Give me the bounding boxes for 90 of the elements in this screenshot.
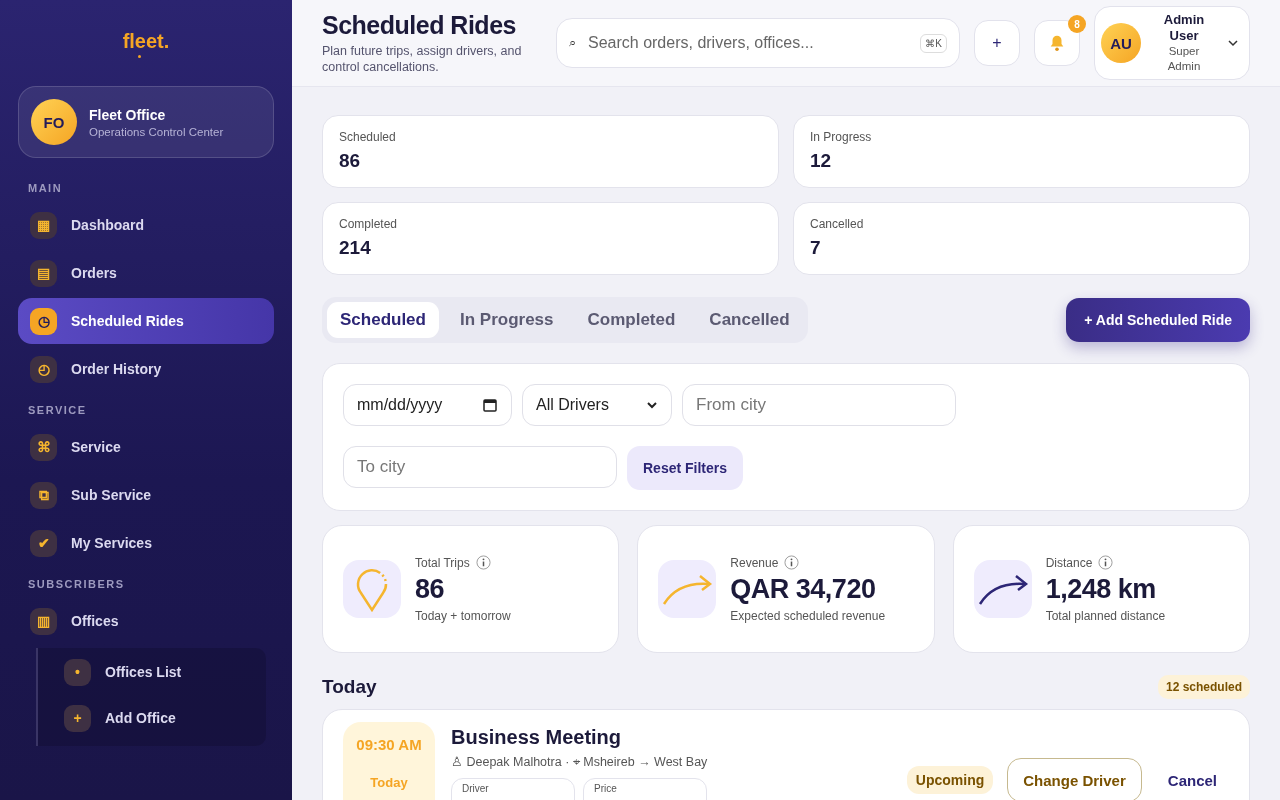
add-scheduled-ride-button[interactable]: + Add Scheduled Ride — [1066, 298, 1250, 342]
metric-note: Expected scheduled revenue — [730, 609, 886, 623]
stat-label: Cancelled — [810, 217, 865, 231]
section-title: Today — [322, 676, 377, 698]
nav-item[interactable]: ▥ Offices — [18, 598, 274, 644]
user-avatar: AU — [1101, 23, 1141, 63]
tab[interactable]: Cancelled — [696, 302, 803, 338]
date-field[interactable]: mm/dd/yyyy — [343, 384, 512, 426]
user-name: Admin User — [1162, 12, 1206, 44]
metric-value: 86 — [415, 574, 446, 605]
nav-item[interactable]: ◴ Order History — [18, 346, 274, 392]
metric-note: Total planned distance — [1045, 609, 1166, 623]
stat-value: 7 — [810, 237, 822, 259]
stat-value: 12 — [810, 150, 833, 172]
info-icon — [784, 555, 800, 570]
notification-count: 8 — [1068, 15, 1086, 33]
section-title: SERVICE — [28, 404, 88, 416]
nav-icon: ◷ — [30, 307, 57, 335]
from-city-field[interactable]: From city — [682, 384, 956, 426]
nav-icon: ▤ — [30, 259, 57, 287]
nav-icon: ▥ — [30, 607, 57, 635]
stat-label: In Progress — [810, 130, 873, 144]
nav-icon: + — [64, 704, 91, 732]
tab[interactable]: In Progress — [446, 302, 567, 338]
nav-icon: ▦ — [30, 211, 57, 239]
map-pin-icon — [343, 560, 401, 618]
nav-item[interactable]: ▤ Orders — [18, 250, 274, 296]
nav-item[interactable]: ⧉ Sub Service — [18, 472, 274, 518]
section-title: MAIN — [28, 182, 64, 194]
nav-item[interactable]: ◷ Scheduled Rides — [18, 298, 274, 344]
nav-icon: ⧉ — [30, 481, 57, 509]
search-bar[interactable]: ⌕ Search orders, drivers, offices... ⌘K — [556, 18, 960, 68]
curved-arrow-icon — [973, 560, 1032, 618]
ride-details: ♙ Deepak Malhotra · ⌖ Msheireb → West Bay — [451, 754, 709, 770]
cancel-button[interactable]: Cancel — [1155, 765, 1229, 795]
office-subtitle: Operations Control Center — [89, 125, 224, 138]
calendar-icon — [482, 397, 498, 413]
user-role: Super Admin — [1166, 43, 1202, 74]
nav-item[interactable]: ⌘ Service — [18, 424, 274, 470]
ride-title: Business Meeting — [451, 726, 623, 749]
tab[interactable]: Completed — [574, 302, 689, 338]
add-button[interactable]: + — [974, 20, 1020, 66]
tab[interactable]: Scheduled — [327, 302, 439, 338]
nav-item[interactable]: ✔ My Services — [18, 520, 274, 566]
chevron-down-icon — [646, 399, 658, 411]
stat-label: Scheduled — [339, 130, 397, 144]
office-card[interactable]: FO Fleet Office Operations Control Center — [18, 86, 274, 158]
metric-label: Distance — [1045, 555, 1093, 570]
curved-arrow-icon — [658, 560, 717, 618]
page-subtitle: Plan future trips, assign drivers, and control cancellations. — [322, 43, 523, 76]
stat-value: 86 — [339, 150, 362, 172]
metric-value: QAR 34,720 — [730, 574, 877, 605]
page-title: Scheduled Rides — [322, 10, 517, 40]
nav-item[interactable]: ▦ Dashboard — [18, 202, 274, 248]
metric-note: Today + tomorrow — [415, 609, 511, 623]
info-icon — [475, 555, 491, 570]
user-menu[interactable]: AU Admin User Super Admin — [1094, 6, 1250, 80]
metric-value: 1,248 km — [1045, 574, 1157, 605]
stat-label: Completed — [339, 217, 399, 231]
nav-icon: ✔ — [30, 529, 57, 557]
logo: fleet. — [122, 30, 170, 53]
reset-filters-button[interactable]: Reset Filters — [627, 446, 744, 490]
select-value: All Drivers — [536, 396, 609, 414]
ride-time: 09:30 AM — [356, 736, 422, 753]
office-avatar: FO — [31, 99, 77, 145]
metric-label: Revenue — [730, 555, 779, 570]
driver-select[interactable]: All Drivers — [522, 384, 672, 426]
nav-icon: ◴ — [30, 355, 57, 383]
date-placeholder: mm/dd/yyyy — [357, 396, 443, 414]
nav-icon: • — [64, 658, 91, 686]
scheduled-count: 12 scheduled — [1157, 675, 1250, 699]
ride-field: Driver — [451, 778, 575, 800]
ride-day: Today — [370, 775, 408, 790]
nav-icon: ⌘ — [30, 433, 57, 461]
section-title: SUBSCRIBERS — [28, 578, 126, 590]
to-city-field[interactable]: To city — [343, 446, 617, 488]
change-driver-button[interactable]: Change Driver — [1007, 758, 1142, 800]
search-icon: ⌕ — [569, 35, 576, 51]
info-icon — [1098, 555, 1114, 570]
metric-label: Total Trips — [415, 555, 470, 570]
chevron-down-icon — [1227, 37, 1239, 49]
nav-item[interactable]: • Offices List — [52, 650, 266, 694]
status-badge: Upcoming — [906, 766, 994, 794]
bell-icon — [1048, 34, 1066, 52]
notifications-button[interactable] — [1034, 20, 1080, 66]
ride-field: Price — [583, 778, 707, 800]
stat-value: 214 — [339, 237, 372, 259]
shortcut-hint: ⌘K — [920, 33, 947, 53]
nav-item[interactable]: + Add Office — [52, 696, 266, 740]
office-name: Fleet Office — [89, 106, 167, 123]
